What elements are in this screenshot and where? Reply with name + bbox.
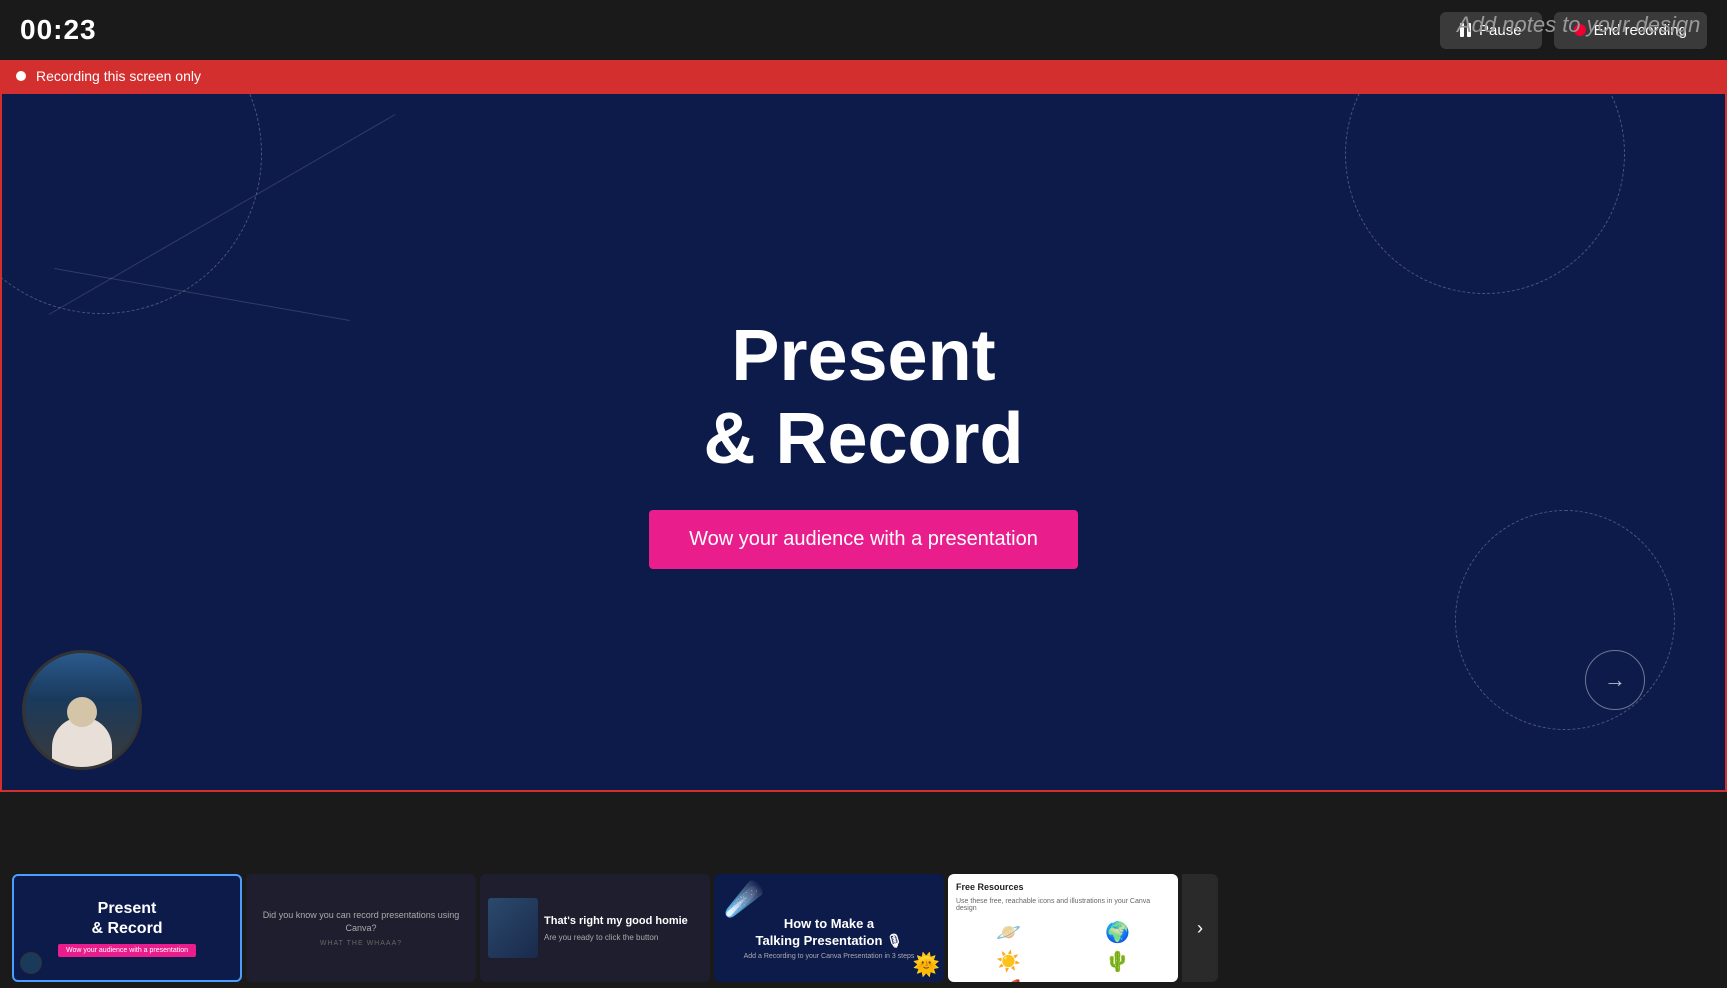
deco-circle-1 xyxy=(2,94,262,314)
thumb-5-sub: Use these free, reachable icons and illu… xyxy=(956,898,1170,912)
thumb-1-subtitle: Wow your audience with a presentation xyxy=(58,944,196,957)
thumb-2-text: Did you know you can record presentation… xyxy=(254,909,468,934)
thumb-1-webcam xyxy=(20,952,42,974)
chevron-right-icon: › xyxy=(1197,918,1203,939)
thumbnail-4[interactable]: ☄️ How to Make aTalking Presentation 🎙 A… xyxy=(714,874,944,982)
slide-title-line2: & Record xyxy=(703,398,1023,481)
slide-wrapper: Present & Record Wow your audience with … xyxy=(0,92,1727,792)
header: 00:23 Pause End recording Add notes to y… xyxy=(0,0,1727,60)
thumb-2-sub: WHAT THE WHAAA? xyxy=(320,940,402,947)
next-slide-button[interactable]: → xyxy=(1585,650,1645,710)
recording-banner-text: Recording this screen only xyxy=(36,68,201,84)
slide-title: Present & Record xyxy=(703,315,1023,481)
thumb-3-content: That's right my good homie Are you ready… xyxy=(544,914,688,941)
deco-line-2 xyxy=(54,268,350,321)
thumbnails-next-button[interactable]: › xyxy=(1182,874,1218,982)
slide-title-line1: Present xyxy=(703,315,1023,398)
recording-banner: Recording this screen only xyxy=(0,60,1727,92)
thumb-4-title: How to Make aTalking Presentation 🎙 xyxy=(755,916,902,950)
recording-indicator-dot xyxy=(16,71,26,81)
deco-circle-3 xyxy=(1455,510,1675,730)
slide-subtitle-button[interactable]: Wow your audience with a presentation xyxy=(649,510,1078,569)
thumb-5-header: Free Resources xyxy=(956,882,1170,892)
thumbnail-3[interactable]: That's right my good homie Are you ready… xyxy=(480,874,710,982)
notes-panel: Add notes to your design xyxy=(1457,10,1707,41)
thumb-3-image xyxy=(488,898,538,958)
thumb-5-emoji-5: 🚀 xyxy=(956,978,1061,982)
thumb-4-sub: Add a Recording to your Canva Presentati… xyxy=(744,953,915,960)
content-row: Present & Record Wow your audience with … xyxy=(0,92,1727,868)
thumb-3-sub: Are you ready to click the button xyxy=(544,933,688,942)
thumb-3-title: That's right my good homie xyxy=(544,914,688,928)
deco-circle-2 xyxy=(1345,94,1625,294)
main-area: Recording this screen only Present & Rec… xyxy=(0,60,1727,988)
thumb-1-title: Present& Record xyxy=(91,899,162,937)
notes-placeholder: Add notes to your design xyxy=(1457,12,1700,37)
webcam-overlay xyxy=(22,650,142,770)
thumb-5-emoji-3: ☀️ xyxy=(956,949,1061,974)
arrow-right-icon: → xyxy=(1604,667,1626,693)
deco-line-1 xyxy=(49,114,396,315)
thumb-4-emoji: ☄️ xyxy=(724,880,764,918)
timer-display: 00:23 xyxy=(20,14,97,46)
thumb-5-emoji-2: 🌍 xyxy=(1065,920,1170,945)
thumb-5-emoji-1: 🪐 xyxy=(956,920,1061,945)
thumb-5-emoji-6: 🪐 xyxy=(1065,978,1170,982)
thumbnail-5[interactable]: Free Resources Use these free, reachable… xyxy=(948,874,1178,982)
thumbnails-bar: Present& Record Wow your audience with a… xyxy=(0,868,1727,988)
thumb-5-emoji-4: 🌵 xyxy=(1065,949,1170,974)
thumbnail-1[interactable]: Present& Record Wow your audience with a… xyxy=(12,874,242,982)
thumb-4-sun-emoji: 🌞 xyxy=(913,952,940,978)
slide: Present & Record Wow your audience with … xyxy=(2,94,1725,790)
thumbnail-2[interactable]: Did you know you can record presentation… xyxy=(246,874,476,982)
webcam-person xyxy=(25,653,139,767)
